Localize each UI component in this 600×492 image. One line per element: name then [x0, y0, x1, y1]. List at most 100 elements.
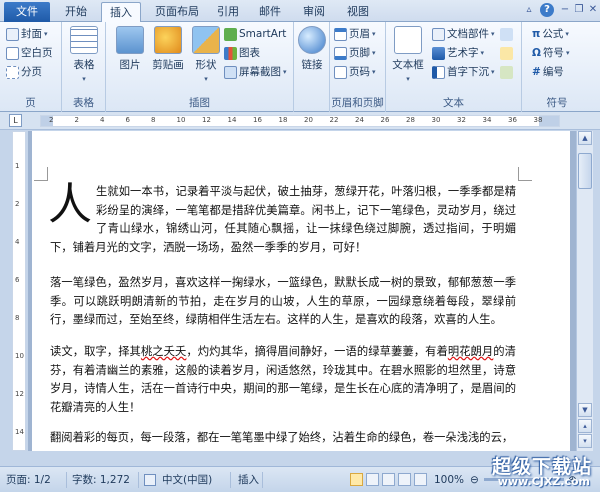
zoom-level[interactable]: 100% [434, 472, 464, 488]
tab-home[interactable]: 开始 [56, 2, 96, 22]
chart-label: 图表 [239, 47, 260, 59]
ruler-number: 12 [202, 116, 211, 124]
vertical-ruler-number: 1 [15, 162, 20, 170]
document-page[interactable]: 人生就如一本书，记录着平淡与起伏，破土抽芽，葱绿开花，叶落归根，一季季都是精彩纷… [32, 131, 570, 451]
horizontal-ruler-bar: L 2 2 4 6 8 10 12 14 16 18 20 22 24 26 28 30 32 34 36 38 [0, 112, 600, 130]
tab-insert[interactable]: 插入 [101, 2, 141, 23]
clipart-button[interactable]: 剪贴画 [148, 26, 188, 84]
paragraph-3[interactable]: 读文，取字，择其桃之夭夭，灼灼其华，摘得眉间静好，一语的绿草萋萋，有着明花朗月的… [50, 343, 516, 417]
tab-file[interactable]: 文件 [4, 2, 50, 22]
smartart-button[interactable]: SmartArt [224, 26, 286, 43]
tab-review[interactable]: 审阅 [296, 2, 332, 22]
full-screen-view-icon[interactable] [366, 473, 379, 486]
group-pages: 封面 ▾ 空白页 分页 页 [0, 22, 62, 112]
outline-view-icon[interactable] [398, 473, 411, 486]
web-layout-view-icon[interactable] [382, 473, 395, 486]
draft-view-icon[interactable] [414, 473, 427, 486]
textbox-icon [394, 26, 422, 54]
table-button[interactable]: 表格 ▾ [66, 26, 102, 84]
site-watermark: 超级下载站 www.CJXZ.com [470, 452, 600, 492]
minimize-icon[interactable]: − [558, 3, 572, 17]
cover-page-icon [6, 28, 19, 41]
docparts-label: 文档部件 [447, 28, 489, 40]
smartart-label: SmartArt [239, 28, 287, 40]
numbering-button[interactable]: # 编号 [532, 64, 564, 81]
chart-icon [224, 47, 237, 60]
previous-page-icon[interactable]: ▴ [578, 419, 592, 433]
screenshot-label: 屏幕截图 [239, 66, 281, 78]
tab-page-layout[interactable]: 页面布局 [147, 2, 207, 22]
proofing-icon[interactable] [144, 474, 156, 486]
status-separator [262, 472, 263, 488]
dropcap-button[interactable]: 首字下沉 ▾ [432, 64, 495, 81]
date-time-button[interactable] [500, 45, 513, 62]
paragraph-1-text: 生就如一本书，记录着平淡与起伏，破土抽芽，葱绿开花，叶落归根，一季季都是精彩纷呈… [50, 185, 516, 254]
group-tables-label: 表格 [73, 97, 94, 109]
omega-icon: Ω [532, 47, 541, 59]
wordart-button[interactable]: 艺术字 ▾ [432, 45, 484, 62]
clipart-icon [154, 26, 182, 54]
ruler-number: 30 [431, 116, 441, 124]
paragraph-1[interactable]: 人生就如一本书，记录着平淡与起伏，破土抽芽，葱绿开花，叶落归根，一季季都是精彩纷… [48, 183, 516, 257]
picture-icon [116, 26, 144, 54]
header-label: 页眉 [349, 28, 370, 40]
page-number-button[interactable]: 页码 ▾ [334, 64, 376, 81]
shapes-icon [192, 26, 220, 54]
print-layout-view-icon[interactable] [350, 473, 363, 486]
next-page-icon[interactable]: ▾ [578, 434, 592, 448]
insert-mode[interactable]: 插入 [238, 472, 259, 488]
restore-icon[interactable]: ❐ [572, 3, 586, 17]
ruler-number: 24 [355, 116, 364, 124]
scroll-thumb[interactable] [578, 153, 592, 189]
close-icon[interactable]: ✕ [586, 3, 600, 17]
chart-button[interactable]: 图表 [224, 45, 260, 62]
textbox-button[interactable]: 文本框 ▾ [390, 26, 426, 84]
tab-selector[interactable]: L [9, 114, 22, 127]
screenshot-icon [224, 66, 237, 79]
link-button[interactable]: 链接 [294, 26, 330, 84]
horizontal-ruler[interactable]: 2 2 4 6 8 10 12 14 16 18 20 22 24 26 28 30 32 34 36 38 [40, 115, 560, 127]
ruler-number: 10 [176, 116, 186, 124]
tab-mailings[interactable]: 邮件 [252, 2, 288, 22]
docparts-button[interactable]: 文档部件 ▾ [432, 26, 495, 43]
equation-button[interactable]: π 公式 ▾ [532, 26, 569, 43]
ruler-number: 32 [457, 116, 466, 124]
footer-label: 页脚 [349, 47, 370, 59]
ruler-number: 8 [151, 116, 156, 124]
cover-page-button[interactable]: 封面 ▾ [6, 26, 48, 43]
shapes-button[interactable]: 形状 ▾ [188, 26, 224, 84]
page-count[interactable]: 页面: 1/2 [6, 472, 51, 488]
language-indicator[interactable]: 中文(中国) [162, 472, 212, 488]
textbox-label: 文本框 [392, 59, 424, 71]
scroll-down-icon[interactable]: ▼ [578, 403, 592, 417]
paragraph-3-text-a: 读文，取字，择其 [50, 345, 141, 358]
tab-references[interactable]: 引用 [210, 2, 246, 22]
footer-icon [334, 47, 347, 60]
help-icon[interactable]: ? [540, 3, 554, 17]
footer-button[interactable]: 页脚 ▾ [334, 45, 376, 62]
paragraph-2[interactable]: 落一笔绿色，盈然岁月，喜欢这样一掬绿水，一篮绿色，默默长成一树的景致，郁郁葱葱一… [50, 274, 516, 330]
group-text: 文本框 ▾ 文档部件 ▾ 艺术字 ▾ 首字下沉 ▾ 文本 [386, 22, 522, 112]
screenshot-button[interactable]: 屏幕截图 ▾ [224, 64, 287, 81]
blank-page-label: 空白页 [21, 47, 53, 59]
scroll-up-icon[interactable]: ▲ [578, 131, 592, 145]
word-count[interactable]: 字数: 1,272 [72, 472, 130, 488]
vertical-scrollbar[interactable]: ▲ ▼ ▴ ▾ [576, 131, 593, 451]
signature-line-button[interactable] [500, 26, 513, 43]
group-tables: 表格 ▾ 表格 [62, 22, 106, 112]
paragraph-4[interactable]: 翻阅着彩的每页，每一段落，都在一笔笔墨中绿了始终，沾着生命的绿色，卷一朵浅浅的云… [50, 429, 516, 448]
ruler-number: 2 [74, 116, 79, 124]
tab-view[interactable]: 视图 [340, 2, 376, 22]
object-button[interactable] [500, 64, 513, 81]
symbol-button[interactable]: Ω 符号 ▾ [532, 45, 569, 62]
status-separator [138, 472, 139, 488]
ruler-number: 34 [482, 116, 492, 124]
header-button[interactable]: 页眉 ▾ [334, 26, 376, 43]
picture-button[interactable]: 图片 [112, 26, 148, 84]
minimize-ribbon-icon[interactable]: ▵ [522, 3, 536, 17]
vertical-ruler[interactable]: 1 2 4 6 8 10 12 14 [12, 131, 26, 451]
blank-page-button[interactable]: 空白页 [6, 45, 53, 62]
group-illustrations-label: 插图 [189, 97, 210, 109]
margin-mark-top-right [518, 167, 532, 181]
page-break-button[interactable]: 分页 [6, 64, 42, 81]
